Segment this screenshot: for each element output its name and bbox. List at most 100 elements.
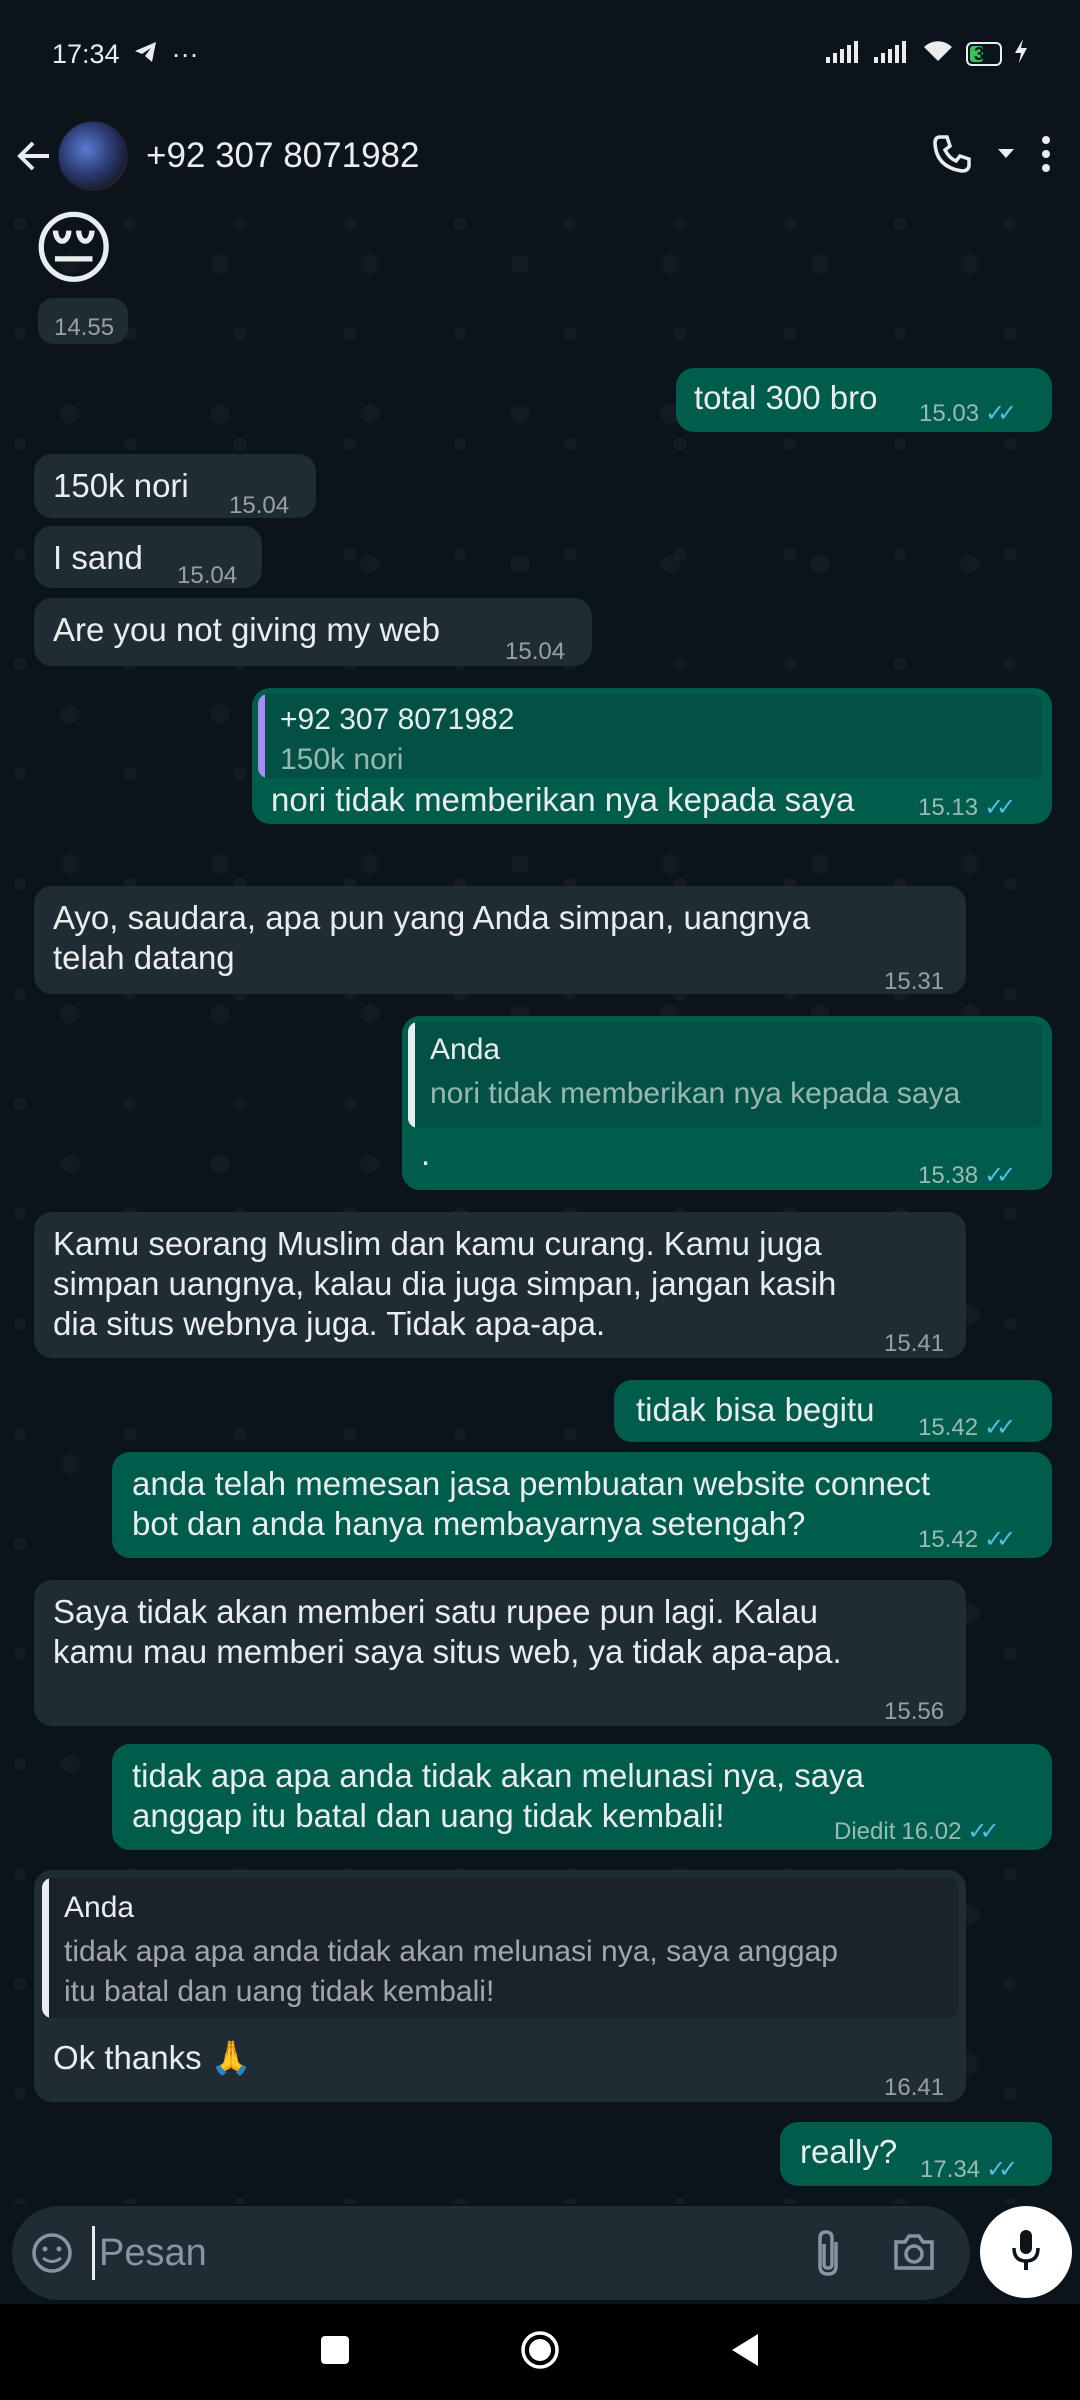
input-bar: [0, 2204, 1080, 2304]
message-meta: Diedit 16.02 ✓✓: [834, 1812, 1000, 1852]
message-outgoing[interactable]: tidak apa apa anda tidak akan melunasi n…: [112, 1744, 1052, 1850]
message-input[interactable]: [92, 2226, 792, 2280]
message-text: Are you not giving my web: [53, 611, 441, 648]
battery-icon: 33: [965, 42, 1002, 66]
double-check-icon: ✓✓: [984, 794, 1016, 821]
message-time: 15.04: [505, 638, 566, 665]
message-outgoing[interactable]: tidak bisa begitu 15.42 ✓✓: [614, 1380, 1052, 1442]
message-text: 150k nori: [53, 467, 189, 504]
quoted-message[interactable]: +92 307 8071982 150k nori: [258, 694, 1042, 778]
quote-text: tidak apa apa anda tidak akan melunasi n…: [64, 1935, 838, 2008]
message-time: 15.42: [918, 1526, 979, 1553]
double-check-icon: ✓✓: [986, 2156, 1018, 2183]
home-icon[interactable]: [520, 2330, 560, 2375]
message-incoming[interactable]: Kamu seorang Muslim dan kamu curang. Kam…: [34, 1212, 966, 1358]
message-outgoing-reply[interactable]: Anda nori tidak memberikan nya kepada sa…: [402, 1016, 1052, 1190]
message-meta: 15.38 ✓✓: [918, 1156, 1016, 1196]
message-time: 15.13: [918, 794, 979, 821]
signal-icon: [825, 39, 862, 70]
message-text: Ayo, saudara, apa pun yang Anda simpan, …: [53, 899, 811, 976]
quote-text: 150k nori: [280, 743, 404, 776]
message-time: 15.31: [884, 968, 945, 995]
message-meta: 15.03 ✓✓: [919, 394, 1017, 434]
message-text: .: [421, 1135, 431, 1172]
message-incoming-reply[interactable]: Anda tidak apa apa anda tidak akan melun…: [34, 1870, 966, 2102]
message-incoming[interactable]: Saya tidak akan memberi satu rupee pun l…: [34, 1580, 966, 1726]
message-incoming[interactable]: Are you not giving my web 15.04: [34, 598, 592, 666]
status-right: 33: [825, 38, 1028, 70]
message-text: Kamu seorang Muslim dan kamu curang. Kam…: [53, 1225, 837, 1342]
quote-bar: [408, 1022, 415, 1128]
message-outgoing-reply[interactable]: +92 307 8071982 150k nori nori tidak mem…: [252, 688, 1052, 824]
message-text: nori tidak memberikan nya kepada saya: [271, 781, 855, 818]
message-time: 15.42: [918, 1414, 979, 1441]
message-time: 15.56: [884, 1698, 945, 1725]
call-icon[interactable]: [932, 134, 972, 179]
double-check-icon: ✓✓: [984, 1162, 1016, 1189]
sticker-icon[interactable]: [30, 2231, 74, 2280]
status-time: 17:34: [52, 38, 120, 69]
quote-bar: [258, 694, 265, 778]
contact-name[interactable]: +92 307 8071982: [146, 136, 419, 176]
message-time: 14.55: [54, 314, 115, 341]
chat-area[interactable]: 😔 14.55 total 300 bro 15.03 ✓✓ 150k nori…: [0, 204, 1080, 2204]
double-check-icon: ✓✓: [984, 1526, 1016, 1553]
charging-icon: [1014, 38, 1028, 70]
more-options-icon[interactable]: [1040, 135, 1052, 178]
message-meta: 17.34 ✓✓: [920, 2150, 1018, 2190]
message-meta: 15.42 ✓✓: [918, 1520, 1016, 1560]
wifi-icon: [922, 39, 954, 70]
message-text: tidak apa apa anda tidak akan melunasi n…: [132, 1757, 864, 1834]
double-check-icon: ✓✓: [985, 400, 1017, 427]
message-text: Saya tidak akan memberi satu rupee pun l…: [53, 1593, 842, 1670]
message-text: really?: [800, 2133, 898, 2170]
message-time: 17.34: [920, 2156, 981, 2183]
back-icon[interactable]: [730, 2333, 760, 2372]
signal-icon-2: [873, 39, 910, 70]
pensive-emoji: 😔: [32, 204, 116, 293]
message-outgoing[interactable]: total 300 bro 15.03 ✓✓: [676, 368, 1052, 432]
message-time: 15.04: [229, 492, 290, 519]
message-time: 15.38: [918, 1162, 979, 1189]
mic-icon: [1011, 2228, 1041, 2277]
message-meta: 15.13 ✓✓: [918, 788, 1016, 828]
quoted-message[interactable]: Anda nori tidak memberikan nya kepada sa…: [408, 1022, 1042, 1128]
message-outgoing[interactable]: really? 17.34 ✓✓: [780, 2122, 1052, 2186]
emoji-message[interactable]: 😔: [32, 204, 122, 294]
message-incoming[interactable]: Ayo, saudara, apa pun yang Anda simpan, …: [34, 886, 966, 995]
message-text: Ok thanks 🙏: [53, 2039, 252, 2076]
quoted-message[interactable]: Anda tidak apa apa anda tidak akan melun…: [42, 1878, 958, 2018]
navigation-bar: [0, 2304, 1080, 2400]
message-composer: [12, 2206, 970, 2300]
recents-icon[interactable]: [320, 2335, 350, 2370]
message-meta: 15.42 ✓✓: [918, 1408, 1016, 1448]
message-text: total 300 bro: [694, 379, 878, 416]
avatar[interactable]: [58, 121, 128, 191]
chevron-down-icon[interactable]: [996, 147, 1016, 165]
quote-author: Anda: [64, 1891, 135, 1924]
quote-bar: [42, 1878, 49, 2018]
double-check-icon: ✓✓: [984, 1414, 1016, 1441]
message-incoming[interactable]: 150k nori 15.04: [34, 454, 316, 519]
quote-author: Anda: [430, 1033, 501, 1066]
message-incoming[interactable]: I sand 15.04: [34, 526, 262, 589]
message-time: 16.41: [884, 2074, 945, 2101]
message-outgoing[interactable]: anda telah memesan jasa pembuatan websit…: [112, 1452, 1052, 1558]
message-time: 15.03: [919, 400, 980, 427]
message-text: I sand: [53, 539, 143, 576]
quote-text: nori tidak memberikan nya kepada saya: [430, 1077, 961, 1110]
mic-button[interactable]: [980, 2206, 1072, 2298]
battery-level: 33: [973, 44, 994, 64]
telegram-icon: [134, 39, 158, 70]
chat-header: +92 307 8071982: [0, 108, 1080, 204]
more-notifications: ···: [171, 38, 199, 69]
header-actions: [932, 134, 1066, 179]
message-time: 16.02: [901, 1818, 962, 1845]
status-left: 17:34 ···: [52, 39, 199, 70]
message-time: 15.04: [177, 562, 238, 589]
status-bar: 17:34 ··· 33: [0, 0, 1080, 108]
paperclip-icon[interactable]: [812, 2228, 844, 2283]
camera-icon[interactable]: [892, 2232, 936, 2277]
back-arrow-icon[interactable]: [14, 136, 54, 176]
edited-label: Diedit: [834, 1818, 896, 1845]
